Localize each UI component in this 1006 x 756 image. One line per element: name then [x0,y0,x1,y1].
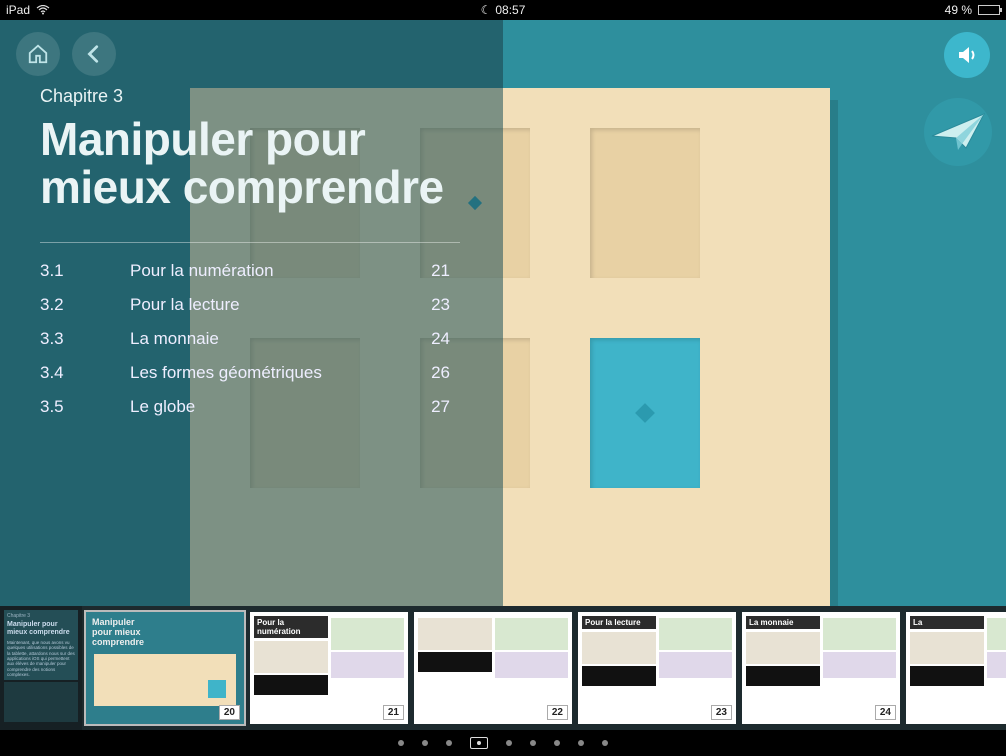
chapter-title-line1: Manipuler pour [40,115,460,163]
divider [40,242,460,243]
table-of-contents: 3.1Pour la numération21 3.2Pour la lectur… [40,261,460,417]
thumb-illustration [94,654,236,706]
page-indicator[interactable] [0,730,1006,756]
page-dot[interactable] [506,740,512,746]
chapter-title-line2: mieux comprendre [40,163,460,211]
page-thumbnail[interactable]: Pour la numération 21 [250,612,408,724]
page-thumbnail[interactable]: Manipulerpour mieuxcomprendre 20 [86,612,244,724]
page-number-badge: 24 [875,705,896,720]
thumbnail-scroll[interactable]: Manipulerpour mieuxcomprendre 20 Pour la n… [0,612,1006,724]
toc-page: 27 [410,397,450,417]
toc-row[interactable]: 3.5Le globe27 [40,397,460,417]
page-dot[interactable] [422,740,428,746]
toc-page: 26 [410,363,450,383]
page-number-badge: 21 [383,705,404,720]
page-dot-current[interactable] [470,737,488,749]
chapter-intro-mini: Chapitre 3 Manipuler pour mieux comprend… [0,606,82,730]
toc-page: 23 [410,295,450,315]
page-dot[interactable] [398,740,404,746]
page-number-badge: 22 [547,705,568,720]
page-dot[interactable] [554,740,560,746]
page-number-badge: 23 [711,705,732,720]
chapter-title: Manipuler pour mieux comprendre [40,115,460,212]
door-panel-highlight [590,338,700,488]
toc-title: Le globe [130,397,410,417]
toc-row[interactable]: 3.4Les formes géométriques26 [40,363,460,383]
page-thumbnail[interactable]: Pour la lecture 23 [578,612,736,724]
chapter-label: Chapitre 3 [40,86,460,107]
toc-number: 3.3 [40,329,130,349]
mini-cover: Chapitre 3 Manipuler pour mieux comprend… [4,610,78,680]
toc-title: Les formes géométriques [130,363,410,383]
toc-number: 3.5 [40,397,130,417]
toc-number: 3.2 [40,295,130,315]
paper-plane-icon[interactable] [922,96,994,168]
wifi-icon [36,5,50,15]
toc-page: 24 [410,329,450,349]
toc-title: La monnaie [130,329,410,349]
thumbnail-strip[interactable]: Chapitre 3 Manipuler pour mieux comprend… [0,606,1006,730]
thumb-heading: La [910,616,984,629]
page-dot[interactable] [530,740,536,746]
page-thumbnail[interactable]: La25 [906,612,1006,724]
toc-number: 3.1 [40,261,130,281]
page-dot[interactable] [446,740,452,746]
page-dot[interactable] [578,740,584,746]
toc-row[interactable]: 3.1Pour la numération21 [40,261,460,281]
thumb-heading: La monnaie [746,616,820,629]
battery-percent: 49 % [945,3,972,17]
knob-icon [635,403,655,423]
back-button[interactable] [72,32,116,76]
battery-icon [978,5,1000,15]
toc-title: Pour la lecture [130,295,410,315]
thumb-heading: Pour la numération [254,616,328,638]
toc-row[interactable]: 3.3La monnaie24 [40,329,460,349]
thumb-title: Manipulerpour mieuxcomprendre [90,616,240,650]
home-button[interactable] [16,32,60,76]
status-right: 49 % [945,3,1000,17]
page-thumbnail[interactable]: 22 [414,612,572,724]
status-bar: iPad 08:57 49 % [0,0,1006,20]
door-panel [590,128,700,278]
moon-icon [481,3,492,17]
toc-number: 3.4 [40,363,130,383]
chapter-heading-block: Chapitre 3 Manipuler pour mieux comprend… [40,86,460,431]
sound-button[interactable] [944,32,990,78]
status-left: iPad [6,3,50,17]
mini-cover-alt [4,682,78,722]
page-dot[interactable] [602,740,608,746]
device-label: iPad [6,3,30,17]
page-thumbnail[interactable]: La monnaie 24 [742,612,900,724]
status-center: 08:57 [481,3,526,17]
toc-title: Pour la numération [130,261,410,281]
toc-page: 21 [410,261,450,281]
page-content: Chapitre 3 Manipuler pour mieux comprend… [0,20,1006,606]
thumb-heading: Pour la lecture [582,616,656,629]
page-number-badge: 20 [219,705,240,720]
toc-row[interactable]: 3.2Pour la lecture23 [40,295,460,315]
clock: 08:57 [495,3,525,17]
